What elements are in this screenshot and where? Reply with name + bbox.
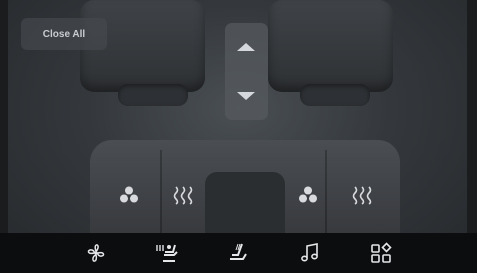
seat-ventilation-icon: [156, 244, 178, 262]
fan-icon: [87, 244, 104, 262]
fan-icon: [120, 186, 138, 203]
front-right-seat: [268, 0, 393, 92]
rear-left-heat-button[interactable]: [172, 184, 194, 206]
bottom-nav: [0, 233, 477, 273]
rear-center-armrest: [205, 172, 285, 236]
rear-seam-right: [325, 150, 327, 236]
rear-right-heat-button[interactable]: [351, 184, 373, 206]
seat-heat-icon: [352, 186, 372, 205]
nav-seat-ventilation[interactable]: [153, 239, 181, 267]
rear-seam-left: [160, 150, 162, 236]
nav-climate-fan[interactable]: [82, 239, 110, 267]
chevron-up-icon[interactable]: [237, 43, 255, 51]
front-left-headrest: [118, 84, 188, 106]
climate-seat-screen: Close All: [0, 0, 477, 273]
front-right-headrest: [300, 84, 370, 106]
chevron-down-icon[interactable]: [237, 92, 255, 100]
scroll-panel: [225, 23, 268, 120]
frame-right: [467, 0, 477, 233]
nav-music[interactable]: [296, 239, 324, 267]
nav-apps[interactable]: [367, 239, 395, 267]
rear-right-fan-button[interactable]: [297, 184, 319, 206]
seat-heat-icon: [173, 186, 193, 205]
close-all-button[interactable]: Close All: [21, 18, 107, 50]
seat-recline-icon: [230, 243, 248, 260]
frame-left: [0, 0, 8, 233]
rear-left-fan-button[interactable]: [118, 184, 140, 206]
music-note-icon: [300, 243, 318, 262]
fan-icon: [299, 186, 317, 203]
nav-seat-recline[interactable]: [224, 239, 252, 267]
apps-grid-icon: [371, 242, 392, 263]
